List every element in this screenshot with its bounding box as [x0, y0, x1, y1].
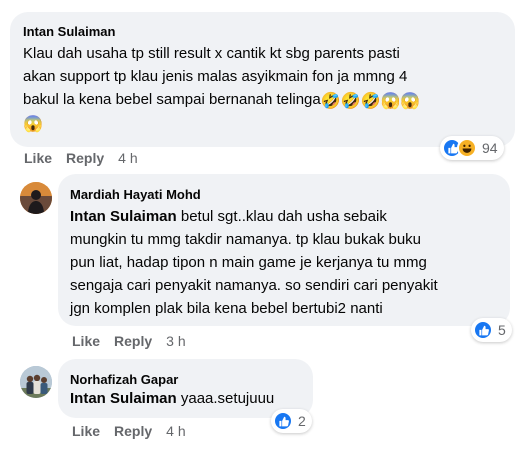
like-button[interactable]: Like [72, 423, 100, 439]
comment-author[interactable]: Mardiah Hayati Mohd [70, 187, 201, 202]
reply-button[interactable]: Reply [66, 150, 104, 166]
avatar[interactable] [20, 182, 52, 214]
comment-text-segment: betul sgt..klau dah usha sebaik [180, 208, 387, 225]
reaction-count: 2 [298, 413, 306, 429]
comment-actions: Like Reply 3 h [72, 333, 186, 349]
comment-text-segment: bakul la kena bebel sampai bernanah teli… [23, 91, 321, 108]
comment-text: Intan Sulaiman betul sgt..klau dah usha … [70, 205, 505, 320]
reply-button[interactable]: Reply [114, 423, 152, 439]
rofl-emoji-icon: 🤣 [320, 93, 341, 110]
comment-actions: Like Reply 4 h [24, 150, 138, 166]
like-button[interactable]: Like [24, 150, 52, 166]
comment-bubble: Norhafizah Gapar Intan Sulaiman yaaa.set… [58, 359, 313, 418]
comment-text-line: sengaja cari penyakit namanya. so sendir… [70, 277, 438, 294]
comment-bubble: Intan Sulaiman Klau dah usaha tp still r… [10, 12, 515, 147]
comment-text-line: jgn komplen plak bila kena bebel bertubi… [70, 300, 383, 317]
reaction-count: 5 [498, 322, 506, 338]
haha-icon [457, 138, 477, 158]
comment-bubble: Mardiah Hayati Mohd Intan Sulaiman betul… [58, 174, 510, 326]
comment-text-segment: yaaa.setujuuu [180, 390, 275, 407]
comment-text-line: Intan Sulaiman betul sgt..klau dah usha … [70, 205, 505, 228]
reply-button[interactable]: Reply [114, 333, 152, 349]
comment-text-line: pun liat, hadap tipon n main game je ker… [70, 254, 427, 271]
reaction-count: 94 [482, 140, 498, 156]
comment-timestamp[interactable]: 4 h [118, 150, 137, 166]
like-icon [473, 320, 493, 340]
like-icon [273, 411, 293, 431]
comment-author[interactable]: Norhafizah Gapar [70, 372, 178, 387]
comment-text-line: bakul la kena bebel sampai bernanah teli… [23, 88, 508, 111]
reaction-summary[interactable]: 5 [471, 318, 512, 342]
mention-link[interactable]: Intan Sulaiman [70, 208, 177, 225]
comment-timestamp[interactable]: 3 h [166, 333, 185, 349]
like-button[interactable]: Like [72, 333, 100, 349]
rofl-emoji-icon: 🤣 [340, 93, 361, 110]
avatar[interactable] [20, 366, 52, 398]
comment-text-line: 😱 [23, 111, 508, 134]
mention-link[interactable]: Intan Sulaiman [70, 390, 177, 407]
comment-timestamp[interactable]: 4 h [166, 423, 185, 439]
rofl-emoji-icon: 🤣 [360, 93, 381, 110]
scream-emoji-icon: 😱 [400, 93, 421, 110]
comment-text-line: akan support tp klau jenis malas asyikma… [23, 68, 408, 85]
scream-emoji-icon: 😱 [380, 93, 401, 110]
comment-text-line: Klau dah usaha tp still result x cantik … [23, 45, 400, 62]
reaction-summary[interactable]: 2 [271, 409, 312, 433]
reaction-summary[interactable]: 94 [440, 136, 504, 160]
comment-text-line: mungkin tu mmg takdir namanya. tp klau b… [70, 231, 422, 248]
comment-actions: Like Reply 4 h [72, 423, 186, 439]
comment-text: Intan Sulaiman yaaa.setujuuu [70, 387, 274, 410]
comment-author[interactable]: Intan Sulaiman [23, 24, 115, 39]
comment-text: Klau dah usaha tp still result x cantik … [23, 42, 508, 134]
scream-emoji-icon: 😱 [23, 116, 43, 133]
